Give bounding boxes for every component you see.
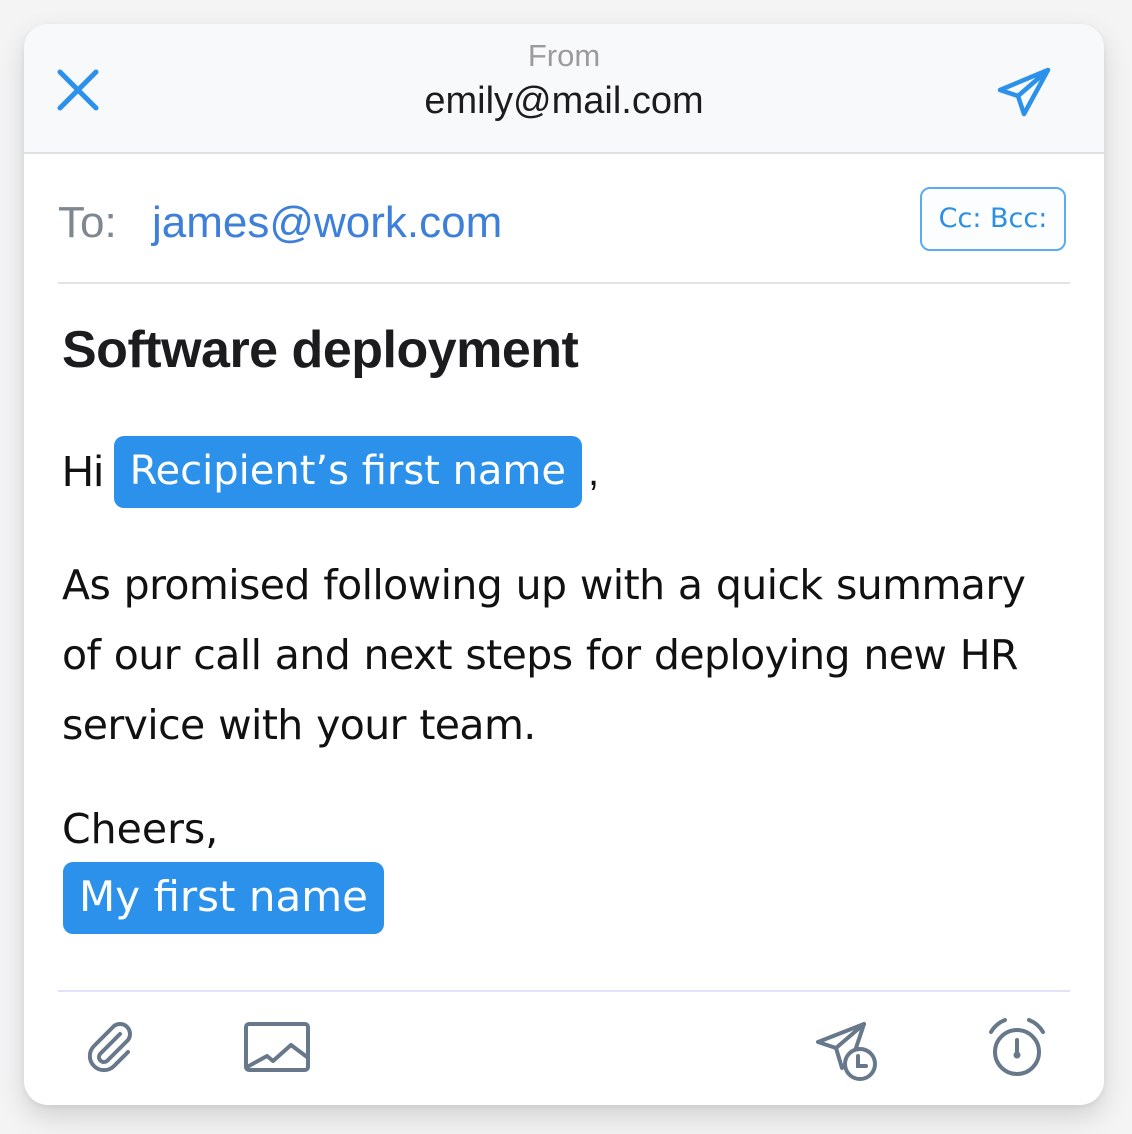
schedule-send-button[interactable] bbox=[814, 1012, 886, 1084]
send-icon bbox=[997, 67, 1051, 117]
compose-email-card: From emily@mail.com To: james@work.com C… bbox=[24, 24, 1104, 1105]
toolbar-divider bbox=[58, 990, 1070, 992]
to-label: To: bbox=[58, 198, 117, 247]
insert-image-button[interactable] bbox=[241, 1012, 313, 1084]
message-body-paragraph[interactable]: As promised following up with a quick su… bbox=[62, 550, 1072, 760]
paperclip-icon bbox=[87, 1022, 132, 1073]
greeting-suffix: , bbox=[588, 449, 600, 494]
subject-field[interactable]: Software deployment bbox=[62, 320, 579, 380]
recipient-first-name-token[interactable]: Recipient’s first name bbox=[113, 436, 583, 508]
image-icon bbox=[244, 1022, 310, 1072]
greeting-line: Hi Recipient’s first name , bbox=[62, 436, 599, 508]
send-button[interactable] bbox=[992, 58, 1056, 122]
from-label: From bbox=[527, 38, 601, 73]
reminder-button[interactable] bbox=[981, 1012, 1053, 1084]
attach-file-button[interactable] bbox=[76, 1012, 148, 1084]
to-field-row: To: james@work.com Cc: Bcc: bbox=[58, 182, 1070, 284]
from-email[interactable]: emily@mail.com bbox=[24, 80, 1104, 123]
cc-bcc-button[interactable]: Cc: Bcc: bbox=[920, 187, 1066, 251]
alarm-clock-icon bbox=[989, 1018, 1045, 1076]
to-recipient-input[interactable]: james@work.com bbox=[152, 198, 502, 248]
signature-line: My first name bbox=[63, 862, 384, 934]
greeting-prefix: Hi bbox=[62, 447, 104, 496]
my-first-name-token[interactable]: My first name bbox=[63, 862, 384, 934]
signoff-text[interactable]: Cheers, bbox=[62, 796, 218, 862]
schedule-send-icon bbox=[816, 1022, 877, 1081]
compose-header: From emily@mail.com bbox=[24, 24, 1104, 154]
